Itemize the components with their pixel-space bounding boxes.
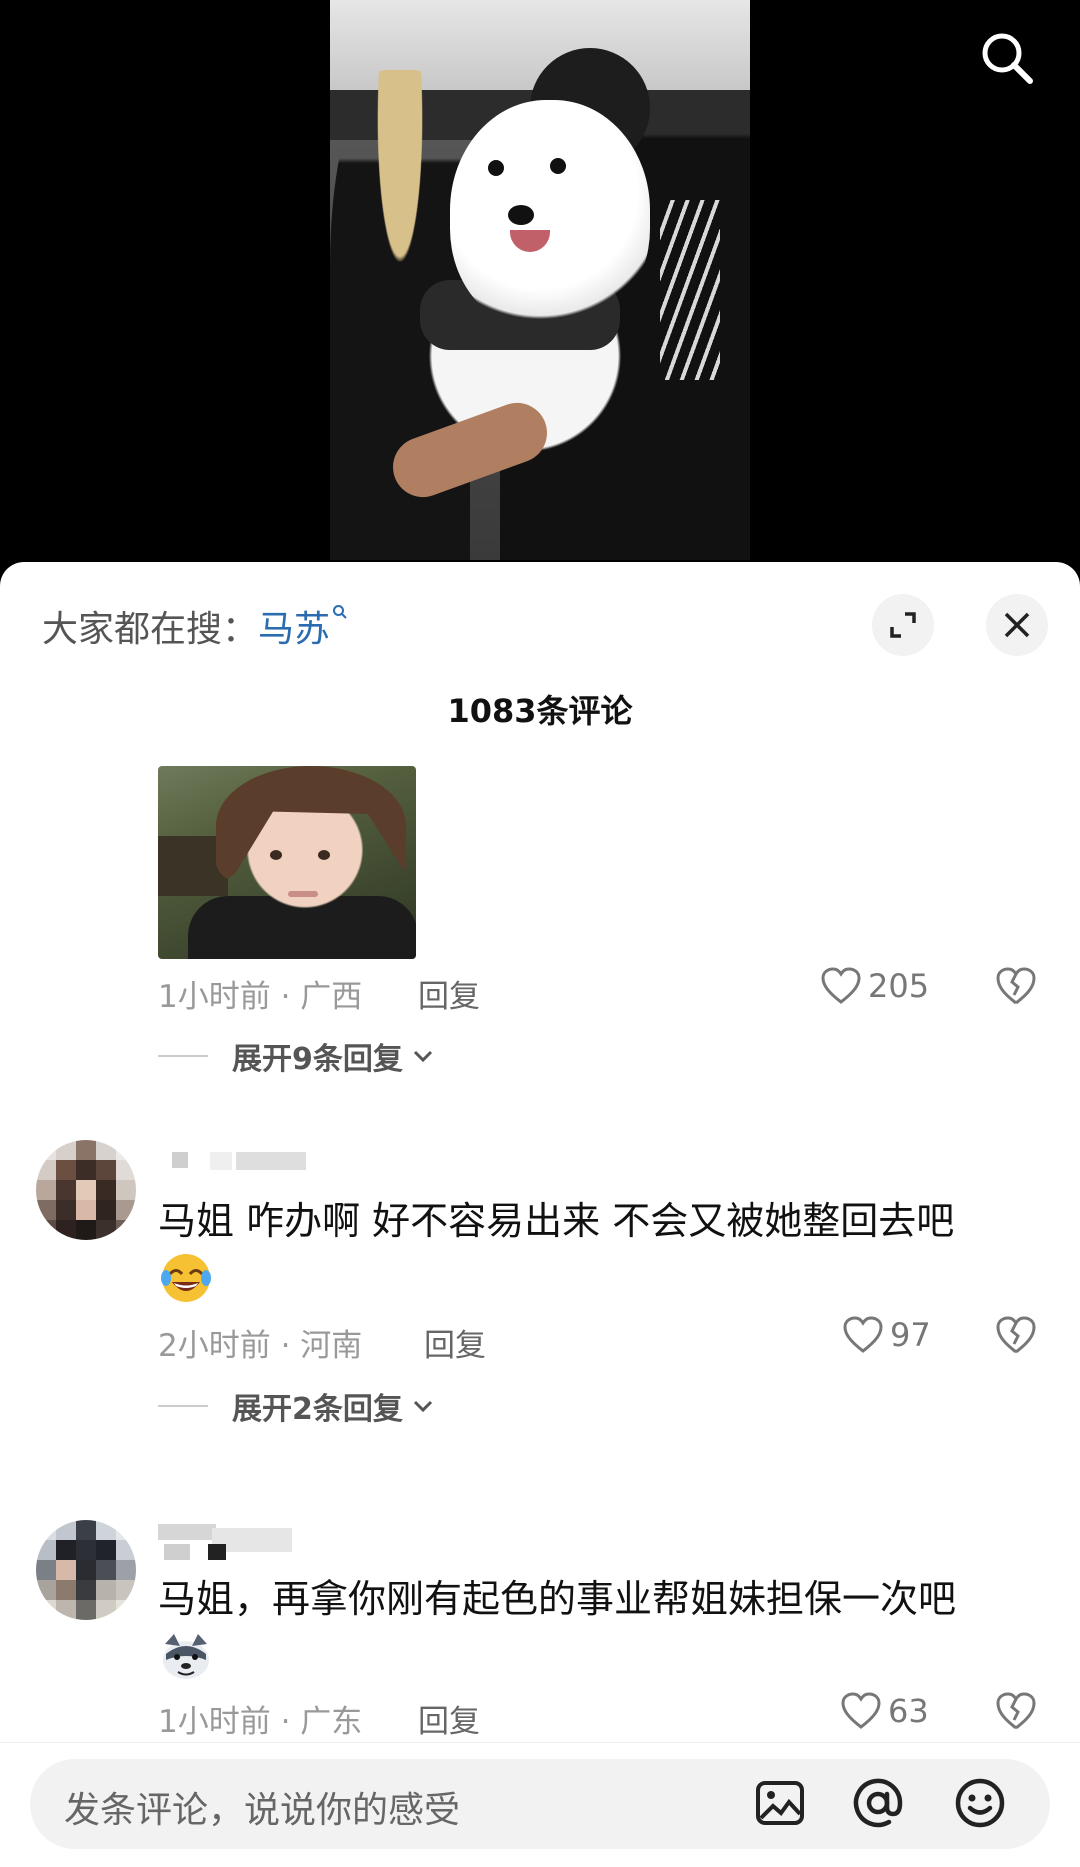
blurred-avatar	[36, 1140, 136, 1240]
mention-button[interactable]	[848, 1773, 908, 1833]
search-icon	[982, 33, 1033, 84]
close-sheet-button[interactable]	[986, 594, 1048, 656]
close-icon	[1004, 612, 1030, 638]
comment-text: 马姐 咋办啊 好不容易出来 不会又被她整回去吧	[158, 1199, 955, 1243]
smiley-icon	[955, 1778, 1005, 1828]
blurred-username	[172, 1152, 312, 1174]
expand-replies-label: 展开2条回复	[232, 1392, 403, 1427]
image-icon	[756, 1781, 804, 1825]
search-button[interactable]	[975, 26, 1039, 90]
comment-image[interactable]	[158, 766, 416, 959]
small-search-icon	[333, 605, 347, 619]
comment-input[interactable]: 发条评论，说说你的感受	[30, 1759, 1050, 1849]
comment-meta: 1小时前 · 广西	[158, 979, 363, 1015]
dog-meme-emoji-icon	[163, 1634, 209, 1679]
heart-icon	[821, 967, 861, 1004]
like-button[interactable]: 205	[820, 966, 929, 1006]
dog	[450, 100, 650, 330]
like-count: 97	[890, 1316, 931, 1354]
comment-item: 1小时前 · 广西 回复 205 展开9条回复	[0, 766, 1080, 1096]
comment-count-title: 1083条评论	[447, 692, 633, 730]
hot-search-label: 大家都在搜：	[42, 609, 259, 650]
chevron-down-icon	[413, 1050, 432, 1063]
comment-text: 马姐，再拿你刚有起色的事业帮姐妹担保一次吧	[158, 1577, 957, 1621]
avatar[interactable]	[36, 1520, 136, 1620]
like-button[interactable]: 97	[842, 1315, 931, 1355]
heart-icon	[843, 1316, 883, 1353]
comment-sheet: 大家都在搜：马苏 1083条评论 1小时前 · 广西 回复 205 展开9条回复…	[0, 562, 1080, 1867]
chevron-down-icon	[413, 1400, 432, 1413]
heart-icon	[841, 1692, 881, 1729]
like-count: 63	[888, 1692, 929, 1730]
expand-replies-button[interactable]: 展开2条回复	[158, 1384, 433, 1428]
image-button[interactable]	[750, 1773, 810, 1833]
broken-heart-icon[interactable]	[994, 1689, 1038, 1733]
comment-item: 马姐，再拿你刚有起色的事业帮姐妹担保一次吧 1小时前 · 广东 回复 63	[0, 1520, 1080, 1760]
reply-button[interactable]: 回复	[424, 1320, 486, 1365]
expand-replies-label: 展开9条回复	[232, 1042, 403, 1077]
comment-meta: 1小时前 · 广东	[158, 1704, 363, 1740]
sheet-header: 大家都在搜：马苏	[0, 562, 1080, 662]
avatar[interactable]	[36, 1140, 136, 1240]
broken-heart-icon[interactable]	[994, 964, 1038, 1008]
reply-button[interactable]: 回复	[418, 971, 480, 1016]
comment-input-bar: 发条评论，说说你的感受	[0, 1742, 1080, 1867]
like-button[interactable]: 63	[840, 1691, 929, 1731]
comment-meta: 2小时前 · 河南	[158, 1328, 363, 1364]
blurred-username	[158, 1524, 298, 1560]
laughing-crying-emoji-icon	[161, 1254, 211, 1302]
video-player[interactable]	[0, 0, 1080, 570]
emoji-button[interactable]	[950, 1773, 1010, 1833]
comment-input-placeholder: 发条评论，说说你的感受	[64, 1790, 461, 1831]
expand-icon	[890, 612, 916, 638]
hot-search[interactable]: 大家都在搜：马苏	[42, 600, 348, 652]
at-sign-icon	[853, 1778, 903, 1828]
comment-item: 马姐 咋办啊 好不容易出来 不会又被她整回去吧 2小时前 · 河南 回复 97 …	[0, 1140, 1080, 1480]
expand-replies-button[interactable]: 展开9条回复	[158, 1034, 433, 1078]
video-frame[interactable]	[330, 0, 750, 560]
broken-heart-icon[interactable]	[994, 1313, 1038, 1357]
hot-search-keyword[interactable]: 马苏	[258, 609, 330, 650]
like-count: 205	[868, 967, 930, 1005]
expand-sheet-button[interactable]	[872, 594, 934, 656]
reply-button[interactable]: 回复	[418, 1696, 480, 1741]
blurred-avatar	[36, 1520, 136, 1620]
